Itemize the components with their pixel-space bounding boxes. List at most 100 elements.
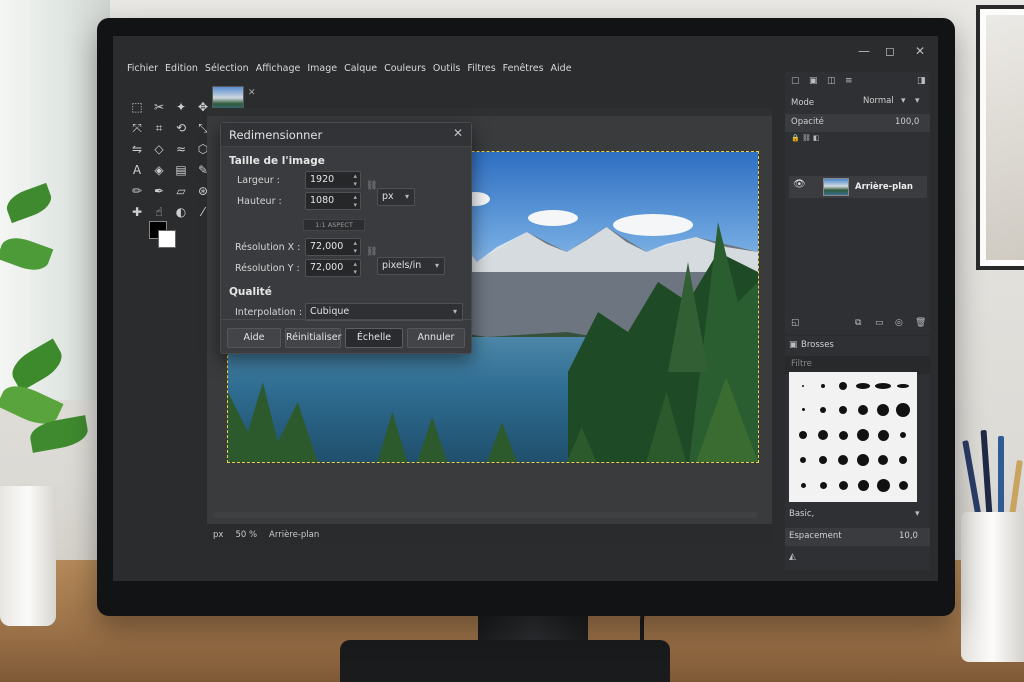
brush-swatch[interactable] [802, 385, 804, 388]
menu-image[interactable]: Image [307, 58, 337, 80]
anchor-layer-icon[interactable]: ▭ [875, 318, 884, 328]
tab-close-icon[interactable]: ✕ [248, 88, 256, 98]
resolution-chain-icon[interactable]: ⛓ [366, 247, 377, 257]
visibility-eye-icon[interactable]: 👁 [793, 179, 806, 190]
mode-select[interactable]: Normal [863, 96, 894, 106]
fuzzy-select-icon[interactable]: ✦ [171, 98, 191, 116]
chain-link-icon[interactable]: ⛓ [366, 181, 377, 191]
history-tab-icon[interactable]: ≡ [845, 76, 853, 86]
gradient-icon[interactable]: ▤ [171, 161, 191, 179]
brush-swatch[interactable] [877, 403, 889, 416]
width-input[interactable]: 1920 ▴ ▾ [305, 171, 361, 189]
height-input[interactable]: 1080 ▴ ▾ [305, 192, 361, 210]
layer-row[interactable]: 👁 Arrière-plan [789, 176, 927, 198]
rotate-icon[interactable]: ⟲ [171, 119, 191, 137]
brush-swatch[interactable] [898, 480, 908, 490]
bucket-fill-icon[interactable]: ◈ [149, 161, 169, 179]
minimize-icon[interactable]: — [858, 44, 870, 58]
brush-swatch[interactable] [857, 479, 869, 491]
align-icon[interactable]: ⤧ [127, 119, 147, 137]
layers-tab-icon[interactable]: ▢ [791, 76, 800, 86]
brush-swatch[interactable] [821, 384, 825, 389]
maximize-icon[interactable]: ◻ [885, 44, 895, 58]
menu-edition[interactable]: Edition [165, 58, 198, 80]
airbrush-icon[interactable]: ✒ [149, 182, 169, 200]
layer-name[interactable]: Arrière-plan [855, 182, 913, 192]
brush-grid[interactable] [789, 372, 917, 502]
opacity-row[interactable]: Opacité 100,0 [785, 114, 930, 132]
resolution-x-input[interactable]: 72,000 ▴ ▾ [305, 238, 361, 256]
pencil-icon[interactable]: ✏ [127, 182, 147, 200]
brush-swatch[interactable] [858, 404, 868, 415]
spacing-value[interactable]: 10,0 [899, 531, 918, 541]
scale-button[interactable]: Échelle [345, 328, 403, 348]
menu-fenetres[interactable]: Fenêtres [503, 58, 544, 80]
resolution-unit-select[interactable]: pixels/in ▾ [377, 257, 445, 275]
brush-swatch[interactable] [857, 429, 869, 442]
brush-swatch[interactable] [856, 383, 870, 390]
reset-button[interactable]: Réinitialiser [285, 328, 341, 348]
brush-swatch[interactable] [818, 430, 828, 441]
opacity-value[interactable]: 100,0 [895, 117, 919, 127]
resolution-y-input[interactable]: 72,000 ▴ ▾ [305, 259, 361, 277]
lock-icons[interactable]: 🔒 ⛓ ◧ [791, 134, 820, 142]
heal-icon[interactable]: ✚ [127, 203, 147, 221]
close-icon[interactable]: ✕ [915, 44, 925, 58]
eraser-icon[interactable]: ▱ [171, 182, 191, 200]
status-unit[interactable]: px [213, 530, 223, 540]
brush-swatch[interactable] [875, 383, 891, 390]
rect-select-icon[interactable]: ⬚ [127, 98, 147, 116]
text-icon[interactable]: A [127, 161, 147, 179]
delete-layer-icon[interactable]: 🗑 [915, 318, 926, 328]
menu-affichage[interactable]: Affichage [256, 58, 301, 80]
mode-reset-icon[interactable]: ▾ [915, 96, 920, 106]
brush-swatch[interactable] [878, 455, 888, 466]
edit-brush-icon[interactable]: ◭ [789, 552, 796, 562]
brush-swatch[interactable] [838, 430, 848, 440]
crop-icon[interactable]: ⌗ [149, 119, 169, 137]
brush-swatch[interactable] [819, 481, 827, 489]
brush-swatch[interactable] [877, 429, 889, 441]
help-button[interactable]: Aide [227, 328, 281, 348]
brush-swatch[interactable] [897, 384, 909, 389]
brush-swatch[interactable] [838, 480, 848, 490]
brush-swatch[interactable] [857, 454, 869, 467]
dialog-close-icon[interactable]: ✕ [453, 126, 463, 140]
cancel-button[interactable]: Annuler [407, 328, 465, 348]
brush-swatch[interactable] [876, 478, 890, 492]
brush-swatch[interactable] [820, 406, 826, 413]
brush-swatch[interactable] [900, 432, 906, 439]
horizontal-scrollbar[interactable] [213, 512, 758, 518]
brush-swatch[interactable] [838, 455, 848, 466]
brush-swatch[interactable] [799, 431, 807, 440]
brush-swatch[interactable] [839, 405, 847, 414]
brush-swatch[interactable] [839, 382, 847, 391]
brushes-tab[interactable]: Brosses [801, 340, 834, 350]
brush-swatch[interactable] [800, 457, 806, 464]
brush-dropdown-icon[interactable]: ▾ [915, 509, 920, 519]
new-layer-icon[interactable]: ◱ [791, 318, 800, 328]
brush-tab-icon[interactable]: ▣ [789, 340, 798, 350]
flip-icon[interactable]: ⇋ [127, 140, 147, 158]
mode-chevron-icon[interactable]: ▾ [901, 96, 906, 106]
menu-fichier[interactable]: Fichier [127, 58, 158, 80]
menu-filtres[interactable]: Filtres [467, 58, 495, 80]
mask-icon[interactable]: ◎ [895, 318, 903, 328]
menu-aide[interactable]: Aide [551, 58, 572, 80]
paths-tab-icon[interactable]: ◫ [827, 76, 836, 86]
duplicate-layer-icon[interactable]: ⧉ [855, 318, 861, 328]
warp-icon[interactable]: ≈ [171, 140, 191, 158]
menu-outils[interactable]: Outils [433, 58, 460, 80]
background-color[interactable] [158, 230, 176, 248]
free-select-icon[interactable]: ✂ [149, 98, 169, 116]
size-unit-select[interactable]: px ▾ [377, 188, 415, 206]
spacing-row[interactable]: Espacement 10,0 [785, 528, 930, 546]
menu-calque[interactable]: Calque [344, 58, 377, 80]
brush-name-row[interactable]: Basic, ▾ [785, 506, 930, 524]
dodge-icon[interactable]: ◐ [171, 203, 191, 221]
panel-menu-icon[interactable]: ◨ [917, 76, 926, 86]
brush-swatch[interactable] [801, 408, 805, 412]
status-zoom[interactable]: 50 % [235, 530, 257, 540]
brush-swatch[interactable] [819, 456, 827, 465]
brush-swatch[interactable] [800, 482, 806, 488]
